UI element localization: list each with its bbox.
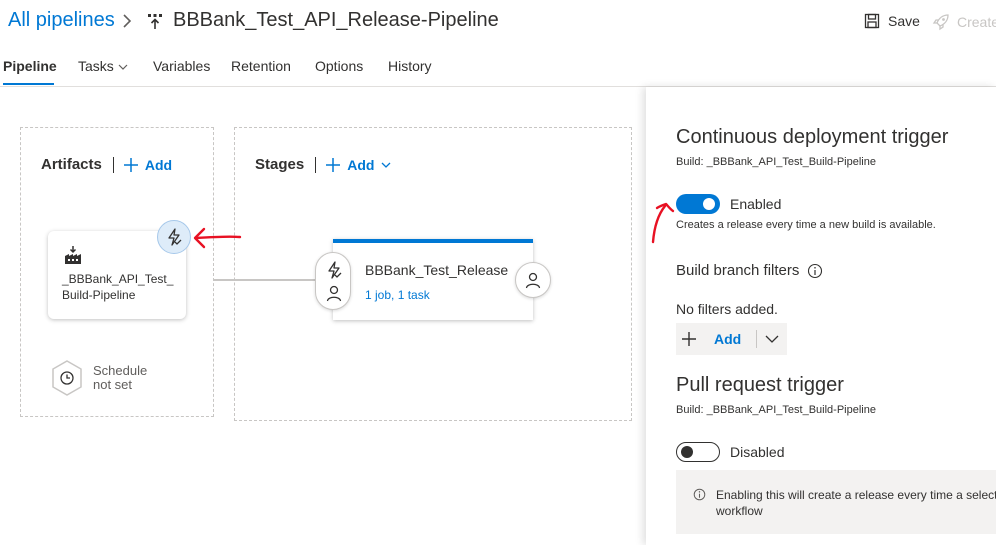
- add-stage-button[interactable]: Add: [326, 157, 391, 173]
- info-icon: [693, 488, 706, 501]
- schedule-status: Schedule not set: [93, 364, 147, 392]
- release-pipeline-icon: [148, 14, 162, 29]
- chevron-down-icon: [381, 162, 391, 168]
- create-label: Create: [957, 14, 996, 30]
- page-header: All pipelines BBBank_Test_API_Release-Pi…: [0, 0, 996, 44]
- artifacts-header: Artifacts Add: [41, 156, 172, 173]
- pr-toggle-label: Disabled: [730, 444, 785, 460]
- add-filter[interactable]: Add: [676, 331, 756, 347]
- person-icon: [326, 285, 342, 302]
- stage-name: BBBank_Test_Release: [365, 262, 509, 278]
- stage-jobs-link[interactable]: 1 job, 1 task: [365, 288, 430, 302]
- schedule-line1: Schedule: [93, 363, 148, 378]
- add-stage-label: Add: [347, 156, 375, 173]
- toggle-knob: [703, 198, 715, 210]
- page-title: BBBank_Test_API_Release-Pipeline: [173, 9, 499, 31]
- cd-trigger-build: Build: _BBBank_API_Test_Build-Pipeline: [676, 156, 876, 168]
- branch-filters-label: Build branch filters: [676, 262, 800, 279]
- trigger-settings-panel: Continuous deployment trigger Build: _BB…: [646, 87, 996, 545]
- release-pipeline-editor: All pipelines BBBank_Test_API_Release-Pi…: [0, 0, 996, 545]
- chevron-down-icon: [118, 64, 128, 71]
- plus-icon: [123, 157, 138, 172]
- plus-icon: [326, 157, 341, 172]
- pr-trigger-info-box: Enabling this will create a release ever…: [676, 470, 996, 534]
- pipeline-tabs: Pipeline Tasks Variables Retention Optio…: [0, 56, 996, 86]
- stages-header: Stages Add: [255, 156, 391, 173]
- artifact-name: _BBBank_API_Test_ Build-Pipeline: [62, 271, 180, 303]
- cd-trigger-title: Continuous deployment trigger: [676, 126, 949, 148]
- stage-card[interactable]: BBBank_Test_Release 1 job, 1 task: [333, 239, 533, 320]
- pr-info-line2: workflow: [716, 504, 763, 518]
- add-filter-label: Add: [714, 331, 742, 347]
- toggle-knob: [681, 446, 693, 458]
- continuous-deployment-trigger-button[interactable]: [157, 220, 191, 254]
- post-deployment-conditions[interactable]: [515, 262, 551, 298]
- artifacts-heading: Artifacts: [41, 156, 102, 173]
- breadcrumb-all-pipelines[interactable]: All pipelines: [8, 9, 115, 32]
- divider: [112, 156, 114, 173]
- add-artifact-button[interactable]: Add: [123, 156, 173, 173]
- schedule-clock-icon: [52, 360, 82, 396]
- save-label: Save: [888, 13, 920, 29]
- cd-trigger-description: Creates a release every time a new build…: [676, 219, 936, 231]
- info-icon[interactable]: [807, 263, 823, 279]
- cd-trigger-toggle[interactable]: [676, 194, 720, 214]
- chevron-right-icon: [123, 14, 132, 28]
- tab-tasks-label: Tasks: [78, 58, 114, 74]
- add-branch-filter-button[interactable]: Add: [676, 323, 787, 355]
- branch-filters-heading: Build branch filters: [676, 262, 823, 279]
- person-icon: [525, 272, 541, 288]
- schedule-line2: not set: [93, 377, 133, 392]
- save-button[interactable]: Save: [864, 13, 920, 29]
- divider: [315, 156, 317, 173]
- lightning-icon: [328, 261, 342, 279]
- lightning-icon: [168, 228, 182, 246]
- plus-icon: [682, 332, 696, 346]
- pr-trigger-build: Build: _BBBank_API_Test_Build-Pipeline: [676, 404, 876, 416]
- pr-info-line1: Enabling this will create a release ever…: [716, 488, 996, 502]
- create-release-button[interactable]: Create: [932, 13, 996, 31]
- no-filters-text: No filters added.: [676, 301, 778, 317]
- save-icon: [864, 13, 880, 29]
- stages-heading: Stages: [255, 156, 305, 173]
- tab-retention[interactable]: Retention: [231, 58, 291, 74]
- add-artifact-label: Add: [144, 156, 173, 173]
- chevron-down-icon: [765, 335, 779, 343]
- add-filter-dropdown[interactable]: [757, 335, 787, 343]
- active-tab-indicator: [3, 83, 54, 85]
- pr-trigger-toggle[interactable]: [676, 442, 720, 462]
- tab-options[interactable]: Options: [315, 58, 363, 74]
- cd-toggle-label: Enabled: [730, 196, 782, 212]
- rocket-icon: [932, 14, 949, 31]
- tab-variables[interactable]: Variables: [153, 58, 210, 74]
- pr-trigger-title: Pull request trigger: [676, 374, 844, 396]
- build-artifact-icon: [65, 246, 81, 264]
- schedule-trigger[interactable]: Schedule not set: [50, 359, 147, 397]
- artifact-name-line2: Build-Pipeline: [62, 288, 136, 302]
- pr-info-text: Enabling this will create a release ever…: [716, 487, 996, 519]
- tab-tasks[interactable]: Tasks: [78, 58, 128, 74]
- pre-deployment-conditions[interactable]: [315, 252, 351, 310]
- tab-pipeline[interactable]: Pipeline: [3, 58, 57, 74]
- artifact-name-line1: _BBBank_API_Test_: [62, 272, 174, 286]
- tab-history[interactable]: History: [388, 58, 432, 74]
